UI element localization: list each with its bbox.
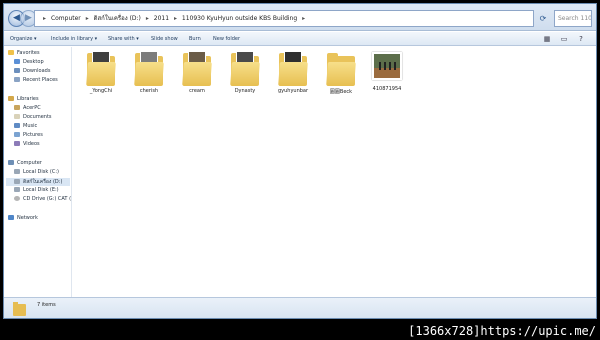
- folder-icon: [86, 50, 116, 86]
- nav-label: Pictures: [23, 132, 43, 138]
- nav-cd-drive[interactable]: CD Drive (G:) CAT (: [14, 196, 71, 202]
- nav-label: Computer: [17, 160, 42, 166]
- chevron-right-icon[interactable]: ▸: [174, 11, 177, 26]
- details-pane: 7 items: [4, 297, 596, 318]
- item-label: 410871954: [372, 86, 402, 92]
- nav-pictures[interactable]: Pictures: [14, 132, 43, 138]
- nav-label: Desktop: [23, 59, 44, 65]
- nav-documents[interactable]: Documents: [14, 114, 52, 120]
- breadcrumb-2011[interactable]: 2011: [154, 11, 169, 26]
- refresh-icon[interactable]: ⟳: [536, 10, 550, 27]
- nav-label: Downloads: [23, 68, 51, 74]
- computer-icon: [8, 160, 14, 165]
- search-input[interactable]: Search 110...: [554, 10, 592, 27]
- view-options-icon[interactable]: ▦: [542, 34, 552, 44]
- documents-icon: [14, 114, 20, 119]
- nav-libraries[interactable]: Libraries: [8, 96, 39, 102]
- image-item[interactable]: 410871954: [363, 50, 411, 92]
- nav-network[interactable]: Network: [8, 215, 38, 221]
- nav-computer[interactable]: Computer: [8, 160, 42, 166]
- breadcrumb-computer[interactable]: Computer: [51, 11, 81, 26]
- recent-places-icon: [14, 77, 20, 82]
- nav-label: Music: [23, 123, 38, 129]
- nav-label: Local Disk (C:): [23, 169, 59, 175]
- library-icon: [14, 105, 20, 110]
- nav-label: Libraries: [17, 96, 39, 102]
- nav-disk-c[interactable]: Local Disk (C:): [14, 169, 59, 175]
- preview-pane-icon[interactable]: ▭: [559, 34, 569, 44]
- drive-icon: [14, 179, 20, 184]
- nav-disk-e[interactable]: Local Disk (E:): [14, 187, 59, 193]
- watermark: [1366x728]https://upic.me/: [408, 324, 596, 338]
- share-with-button[interactable]: Share with ▾: [108, 32, 139, 46]
- nav-label: Recent Places: [23, 77, 58, 83]
- item-label: cream: [189, 88, 205, 94]
- folder-icon: [182, 50, 212, 86]
- command-bar: Organize ▾ Include in library ▾ Share wi…: [4, 32, 596, 46]
- drive-icon: [14, 187, 20, 192]
- cd-drive-icon: [14, 196, 20, 201]
- nav-label: Documents: [23, 114, 52, 120]
- item-label: Dynasty: [234, 88, 256, 94]
- nav-label: Favorites: [17, 50, 40, 56]
- network-icon: [8, 215, 14, 220]
- nav-label: CD Drive (G:) CAT (: [23, 196, 72, 202]
- folder-icon: [278, 50, 308, 86]
- pictures-icon: [14, 132, 20, 137]
- folder-icon: [326, 50, 356, 86]
- file-list: _YongChi cherish cream Dynasty gyuhyunba…: [73, 47, 596, 297]
- drive-icon: [14, 169, 20, 174]
- breadcrumb-current-folder[interactable]: 110930 KyuHyun outside KBS Building: [182, 11, 297, 26]
- music-icon: [14, 123, 20, 128]
- slide-show-button[interactable]: Slide show: [151, 32, 178, 46]
- downloads-icon: [14, 68, 20, 73]
- nav-label: Network: [17, 215, 38, 221]
- library-icon: [8, 96, 14, 101]
- nav-desktop[interactable]: Desktop: [14, 59, 44, 65]
- star-icon: [8, 50, 14, 55]
- help-icon[interactable]: ?: [576, 34, 586, 44]
- nav-favorites[interactable]: Favorites: [8, 50, 40, 56]
- nav-disk-d[interactable]: ดิสก์ในเครื่อง (D:): [6, 178, 70, 186]
- folder-item[interactable]: 圓圓Beck: [317, 50, 365, 95]
- address-box[interactable]: ▸ Computer ▸ ดิสก์ในเครื่อง (D:) ▸ 2011 …: [34, 10, 534, 27]
- nav-downloads[interactable]: Downloads: [14, 68, 50, 74]
- nav-videos[interactable]: Videos: [14, 141, 40, 147]
- image-thumbnail: [372, 52, 402, 80]
- folder-item[interactable]: _YongChi: [77, 50, 125, 94]
- item-count: 7 items: [37, 302, 56, 308]
- folder-item[interactable]: cream: [173, 50, 221, 94]
- nav-label: Videos: [23, 141, 40, 147]
- folder-icon: ▸: [43, 15, 47, 22]
- item-label: 圓圓Beck: [329, 89, 353, 95]
- include-in-library-button[interactable]: Include in library ▾: [51, 32, 97, 46]
- new-folder-button[interactable]: New folder: [213, 32, 240, 46]
- breadcrumb-drive-d[interactable]: ดิสก์ในเครื่อง (D:): [94, 11, 141, 26]
- chevron-right-icon[interactable]: ▸: [146, 11, 149, 26]
- address-bar-area: ◀ ▶ ▸ Computer ▸ ดิสก์ในเครื่อง (D:) ▸ 2…: [4, 4, 596, 31]
- nav-label: ดิสก์ในเครื่อง (D:): [23, 179, 63, 185]
- item-label: gyuhyunbar: [277, 88, 309, 94]
- videos-icon: [14, 141, 20, 146]
- folder-icon: [13, 301, 26, 316]
- explorer-window: ◀ ▶ ▸ Computer ▸ ดิสก์ในเครื่อง (D:) ▸ 2…: [3, 3, 597, 319]
- nav-recent-places[interactable]: Recent Places: [14, 77, 58, 83]
- nav-label: Local Disk (E:): [23, 187, 59, 193]
- navigation-pane: Favorites Desktop Downloads Recent Place…: [4, 47, 72, 297]
- folder-item[interactable]: Dynasty: [221, 50, 269, 94]
- nav-music[interactable]: Music: [14, 123, 37, 129]
- folder-item[interactable]: cherish: [125, 50, 173, 94]
- item-label: _YongChi: [89, 88, 113, 94]
- folder-item[interactable]: gyuhyunbar: [269, 50, 317, 94]
- desktop-icon: [14, 59, 20, 64]
- folder-icon: [230, 50, 260, 86]
- burn-button[interactable]: Burn: [189, 32, 201, 46]
- chevron-right-icon[interactable]: ▸: [86, 11, 89, 26]
- chevron-right-icon[interactable]: ▸: [302, 11, 305, 26]
- nav-acerpc[interactable]: AcerPC: [14, 105, 41, 111]
- folder-icon: [134, 50, 164, 86]
- nav-label: AcerPC: [23, 105, 41, 111]
- item-label: cherish: [139, 88, 159, 94]
- organize-button[interactable]: Organize ▾: [10, 32, 37, 46]
